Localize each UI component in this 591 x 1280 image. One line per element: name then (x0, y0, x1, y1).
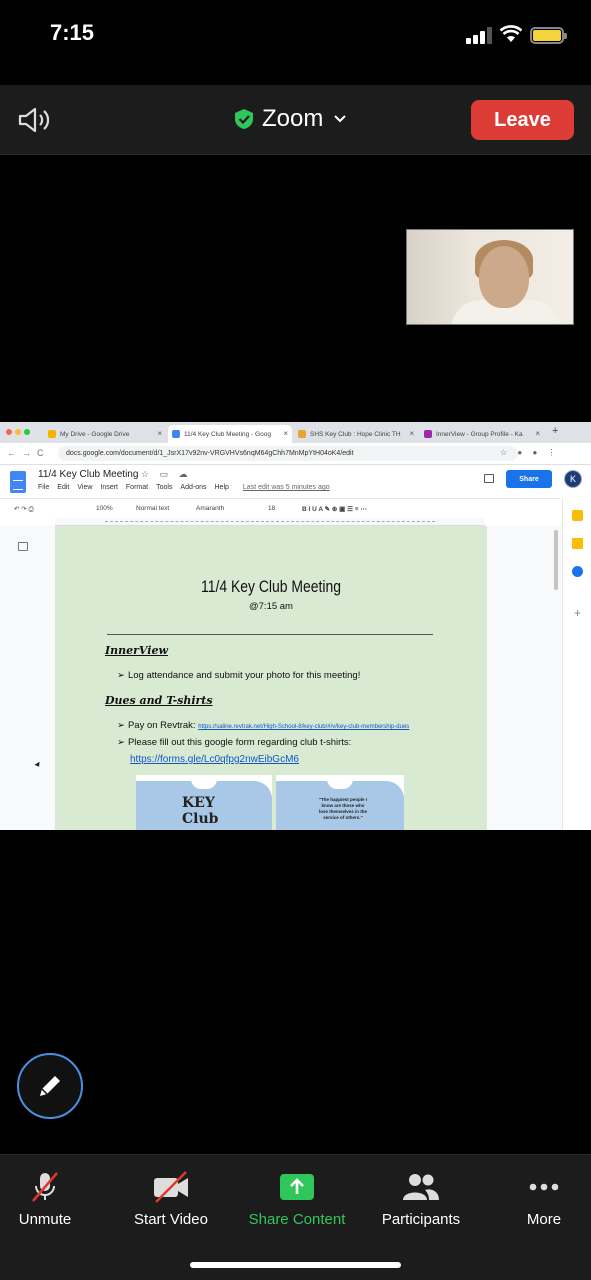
annotate-button[interactable] (17, 1053, 83, 1119)
meeting-title[interactable]: Zoom (234, 105, 347, 133)
list-item: ➢ Log attendance and submit your photo fo… (117, 670, 361, 681)
comment-icon[interactable] (484, 474, 494, 483)
doc-heading: 11/4 Key Club Meeting (200, 577, 341, 596)
format-icons[interactable]: B I U A ✎ ⊕ ▣ ☰ ≡ ⋯ (302, 505, 367, 513)
browser-tab[interactable]: My Drive - Google Drive × (44, 425, 166, 443)
section-heading: InnerView (105, 644, 168, 657)
avatar[interactable]: K (564, 470, 582, 488)
more-dots-icon (529, 1183, 559, 1191)
add-addon-icon[interactable]: + (572, 607, 583, 619)
meeting-header: Zoom Leave (0, 85, 591, 155)
address-bar-row: ←→C docs.google.com/document/d/1_JsrX17v… (0, 443, 591, 465)
mouse-cursor (34, 761, 42, 769)
browser-tab[interactable]: InnerView - Group Profile - Ka × (420, 425, 544, 443)
url-input[interactable]: docs.google.com/document/d/1_JsrX17v92nv… (58, 446, 518, 461)
participant-video[interactable] (406, 229, 574, 325)
more-label: More (526, 1211, 562, 1228)
nav-arrows-icon[interactable]: ←→C (7, 448, 50, 458)
scrollbar[interactable] (554, 530, 558, 590)
share-content-button[interactable]: Share Content (238, 1169, 356, 1239)
undo-redo-icon[interactable]: ↶ ↷ ⎙ (14, 505, 34, 514)
window-controls[interactable] (6, 429, 30, 435)
speaker-icon[interactable] (16, 105, 54, 135)
calendar-icon[interactable] (572, 510, 583, 521)
share-upload-icon (280, 1174, 314, 1200)
status-bar: 7:15 (0, 0, 591, 70)
menu-tools[interactable]: Tools (156, 484, 172, 491)
participants-icon (403, 1174, 439, 1200)
start-video-label: Start Video (134, 1211, 208, 1228)
side-panel: + (562, 498, 591, 830)
pencil-icon (40, 1076, 60, 1096)
share-button[interactable]: Share (506, 470, 552, 488)
doc-subheading: @7:15 am (249, 601, 293, 612)
share-content-label: Share Content (248, 1211, 346, 1228)
list-item: ➢ Please fill out this google form regard… (117, 737, 352, 748)
docs-icon (172, 430, 180, 438)
browser-tab-bar: My Drive - Google Drive × 11/4 Key Club M… (0, 422, 591, 443)
browser-tab[interactable]: SHS Key Club : Hope Clinic TH × (294, 425, 418, 443)
font-size-input[interactable]: 18 (268, 505, 275, 512)
keep-icon[interactable] (572, 538, 583, 549)
new-tab-icon[interactable]: + (552, 425, 558, 437)
home-indicator[interactable] (190, 1262, 401, 1268)
outline-icon[interactable] (18, 542, 28, 551)
docs-menu-bar: File Edit View Insert Format Tools Add-o… (38, 484, 330, 491)
extension-icons[interactable]: ☆ ● ● ⋮ (500, 448, 560, 457)
video-off-icon (154, 1171, 188, 1203)
cellular-signal-icon (466, 27, 492, 44)
meeting-title-label: Zoom (262, 105, 324, 132)
last-edit-link[interactable]: Last edit was 5 minutes ago (243, 484, 330, 491)
close-icon[interactable]: × (535, 429, 540, 438)
site-icon (298, 430, 306, 438)
menu-addons[interactable]: Add-ons (180, 484, 206, 491)
battery-icon (530, 27, 567, 44)
font-select[interactable]: Amaranth (196, 505, 224, 512)
shared-screen: My Drive - Google Drive × 11/4 Key Club M… (0, 422, 591, 830)
right-gutter (487, 526, 562, 830)
list-item: ➢ Pay on Revtrak: https://saline.revtrak.… (117, 720, 410, 731)
zoom-select[interactable]: 100% (96, 505, 113, 512)
chevron-down-icon (334, 115, 347, 123)
section-heading: Dues and T-shirts (105, 694, 213, 707)
close-icon[interactable]: × (283, 429, 288, 438)
shield-check-icon (235, 109, 253, 129)
tasks-icon[interactable] (572, 566, 583, 577)
participants-button[interactable]: Participants (362, 1169, 480, 1239)
menu-insert[interactable]: Insert (100, 484, 118, 491)
participants-label: Participants (381, 1211, 461, 1228)
revtrak-link[interactable]: https://saline.revtrak.net/High-School-8… (198, 724, 409, 730)
browser-tab-active[interactable]: 11/4 Key Club Meeting - Goog × (168, 425, 292, 443)
ruler[interactable] (55, 518, 485, 526)
star-folder-icons[interactable]: ☆ ▭ ☁ (141, 469, 192, 480)
menu-file[interactable]: File (38, 484, 49, 491)
microphone-muted-icon (32, 1172, 58, 1202)
outline-pane (0, 526, 55, 830)
document-title[interactable]: 11/4 Key Club Meeting (38, 469, 138, 480)
menu-format[interactable]: Format (126, 484, 148, 491)
menu-edit[interactable]: Edit (57, 484, 69, 491)
start-video-button[interactable]: Start Video (112, 1169, 230, 1239)
leave-button[interactable]: Leave (471, 100, 574, 140)
google-docs-icon[interactable] (10, 471, 26, 493)
wifi-icon (500, 25, 522, 42)
divider (107, 634, 433, 635)
close-icon[interactable]: × (409, 429, 414, 438)
docs-toolbar: ↶ ↷ ⎙ 100% Normal text Amaranth 18 B I U… (0, 498, 560, 518)
shirt-back-image: "The happiest people I know are those wh… (276, 775, 404, 830)
innerview-icon (424, 430, 432, 438)
style-select[interactable]: Normal text (136, 505, 169, 512)
menu-view[interactable]: View (77, 484, 92, 491)
shirt-front-image: KEY Club (136, 775, 272, 830)
more-button[interactable]: More (485, 1169, 591, 1239)
drive-icon (48, 430, 56, 438)
form-link[interactable]: https://forms.gle/Lc0qfpg2nwEibGcM6 (130, 754, 299, 765)
shirt-quote: "The happiest people I know are those wh… (318, 797, 368, 821)
key-club-logo: KEY Club (182, 795, 219, 827)
close-icon[interactable]: × (157, 429, 162, 438)
menu-help[interactable]: Help (215, 484, 229, 491)
unmute-label: Unmute (18, 1211, 72, 1228)
status-time: 7:15 (50, 20, 95, 45)
unmute-button[interactable]: Unmute (0, 1169, 104, 1239)
